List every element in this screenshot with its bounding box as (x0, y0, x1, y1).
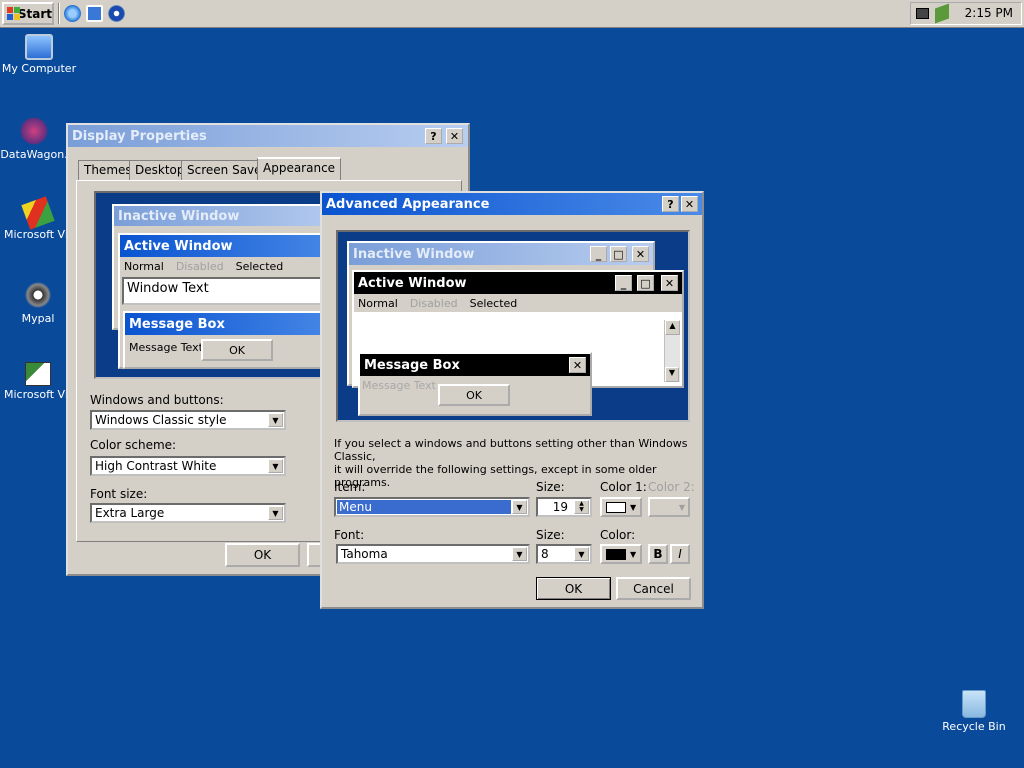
recycle-bin-icon (962, 690, 986, 718)
font-size-select[interactable]: Extra Large ▼ (90, 503, 286, 523)
desktop-icon-datawagon[interactable]: DataWagon. (0, 116, 74, 161)
chevron-down-icon: ▼ (268, 459, 283, 473)
show-desktop-icon[interactable] (86, 5, 103, 22)
color-swatch-white (606, 501, 626, 513)
ok-button[interactable]: OK (225, 543, 300, 567)
computer-icon (25, 34, 53, 60)
help-button[interactable]: ? (662, 196, 679, 212)
help-button[interactable]: ? (425, 128, 442, 144)
color-swatch-black (606, 548, 626, 560)
raccoon-icon (23, 280, 53, 310)
chevron-down-icon: ▼ (512, 500, 527, 514)
system-tray: 2:15 PM (910, 2, 1022, 25)
item-select[interactable]: Menu ▼ (334, 497, 530, 517)
taskbar: Start 2:15 PM (0, 0, 1024, 28)
keyboard-icon[interactable] (916, 8, 929, 19)
display-properties-titlebar[interactable]: Display Properties (68, 125, 468, 147)
font-size-select[interactable]: 8 ▼ (536, 544, 592, 564)
visual-basic-icon (25, 362, 51, 386)
preview-menu-bar: Normal Disabled Selected (354, 294, 682, 312)
network-icon[interactable] (935, 3, 949, 24)
spinner-icon: ▲ ▼ (574, 500, 589, 514)
ie-icon[interactable] (64, 5, 81, 22)
close-icon: ✕ (661, 275, 678, 291)
bold-button[interactable]: B (648, 544, 668, 564)
ok-button[interactable]: OK (536, 577, 611, 600)
advanced-preview: Inactive Window _ □ ✕ Active Window _ □ … (336, 230, 690, 422)
minimize-icon: _ (615, 275, 632, 291)
clock[interactable]: 2:15 PM (965, 6, 1013, 20)
preview-window-text: Window Text (122, 277, 344, 305)
desktop-icon-my-computer[interactable]: My Computer (0, 34, 79, 75)
preview-message-box: Message Box ✕ Message Text OK (358, 352, 592, 416)
color2-button: ▼ (648, 497, 690, 517)
tab-appearance[interactable]: Appearance (257, 157, 342, 181)
media-player-icon[interactable] (108, 5, 125, 22)
maximize-icon: □ (637, 275, 654, 291)
color1-button[interactable]: ▼ (600, 497, 642, 517)
maximize-icon: □ (610, 246, 627, 262)
preview-ok-button: OK (201, 339, 273, 361)
preview-message-box: Message Box Message Text OK (123, 311, 348, 369)
close-button[interactable]: ✕ (446, 128, 463, 144)
close-button[interactable]: ✕ (681, 196, 698, 212)
color-scheme-select[interactable]: High Contrast White ▼ (90, 456, 286, 476)
advanced-appearance-window: Advanced Appearance ? ✕ Inactive Window … (320, 191, 704, 609)
start-button[interactable]: Start (2, 2, 54, 25)
italic-button[interactable]: I (670, 544, 690, 564)
chevron-down-icon: ▼ (268, 506, 283, 520)
datawagon-icon (19, 116, 49, 146)
font-color-button[interactable]: ▼ (600, 544, 642, 564)
windows-buttons-select[interactable]: Windows Classic style ▼ (90, 410, 286, 430)
preview-menu-bar: Normal Disabled Selected (124, 259, 284, 273)
windows-logo-icon (7, 7, 20, 20)
cancel-button[interactable]: Cancel (616, 577, 691, 600)
preview-scrollbar: ▲ ▼ (664, 320, 680, 382)
preview-ok-button: OK (438, 384, 510, 406)
visual-cpp-icon (21, 196, 55, 230)
close-icon: ✕ (632, 246, 649, 262)
chevron-down-icon: ▼ (268, 413, 283, 427)
chevron-down-icon: ▼ (574, 547, 589, 561)
taskbar-divider (58, 3, 60, 24)
chevron-down-icon: ▼ (512, 547, 527, 561)
minimize-icon: _ (590, 246, 607, 262)
desktop-icon-recycle-bin[interactable]: Recycle Bin (934, 690, 1014, 733)
item-size-input[interactable]: 19 ▲ ▼ (536, 497, 592, 517)
appearance-preview: Inactive Window Active Window Normal Dis… (94, 191, 352, 379)
advanced-appearance-titlebar[interactable]: Advanced Appearance (322, 193, 702, 215)
font-select[interactable]: Tahoma ▼ (336, 544, 530, 564)
close-icon: ✕ (569, 357, 586, 373)
